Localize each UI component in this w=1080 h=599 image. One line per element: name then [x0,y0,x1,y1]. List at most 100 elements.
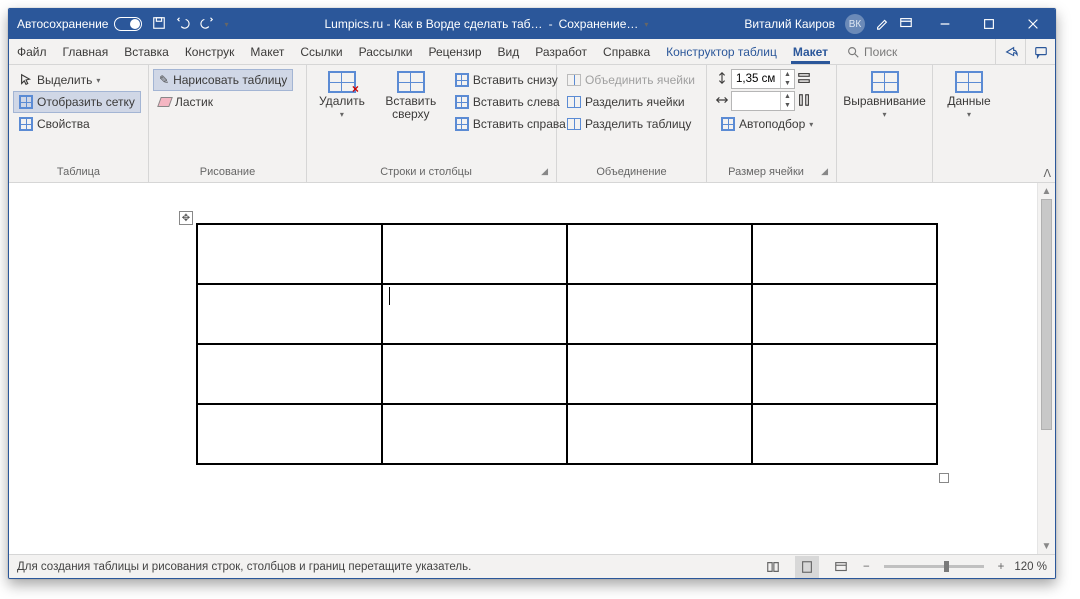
select-button[interactable]: Выделить▾ [13,69,141,91]
draw-icon[interactable] [875,16,889,33]
insert-left-button[interactable]: Вставить слева [449,91,572,113]
scroll-up-icon[interactable]: ▲ [1042,183,1052,199]
table-cell[interactable] [382,344,567,404]
ribbon-mode-icon[interactable] [899,16,913,33]
zoom-slider[interactable] [884,565,984,568]
table-cell[interactable] [197,344,382,404]
table-cell[interactable] [197,284,382,344]
eraser-button[interactable]: Ластик [153,91,293,113]
web-layout-icon[interactable] [829,556,853,578]
table-cell[interactable] [197,404,382,464]
table-cell[interactable] [752,344,937,404]
table-cell[interactable] [567,404,752,464]
autofit-icon [721,117,735,131]
zoom-value[interactable]: 120 % [1014,561,1047,573]
autofit-button[interactable]: Автоподбор▾ [715,113,819,135]
print-layout-icon[interactable] [795,556,819,578]
group-data: Данные ▾ [933,65,1005,182]
search-icon [846,45,860,59]
table-cell[interactable] [752,284,937,344]
properties-button[interactable]: Свойства [13,113,141,135]
split-table-button[interactable]: Разделить таблицу [561,113,701,135]
table-resize-handle[interactable] [939,473,949,483]
autosave-toggle[interactable] [114,17,142,31]
view-gridlines-button[interactable]: Отобразить сетку [13,91,141,113]
undo-icon[interactable] [176,16,190,33]
distribute-rows-icon[interactable] [797,71,811,88]
table-cell[interactable] [382,224,567,284]
table-row[interactable] [197,224,937,284]
share-button[interactable] [995,39,1025,64]
row-height-input[interactable]: ▲▼ [731,69,795,89]
table-cell[interactable] [567,284,752,344]
table-cell[interactable] [567,344,752,404]
document-table[interactable] [196,223,938,465]
col-width-input[interactable]: ▲▼ [731,91,795,111]
ribbon-tabs: Файл Главная Вставка Конструк Макет Ссыл… [9,39,1055,65]
save-icon[interactable] [152,16,166,33]
distribute-cols-icon[interactable] [797,93,811,110]
pencil-icon [159,73,169,87]
minimize-button[interactable] [923,9,967,39]
tab-table-layout[interactable]: Макет [785,39,836,64]
maximize-button[interactable] [967,9,1011,39]
insert-right-button[interactable]: Вставить справа [449,113,572,135]
tab-design[interactable]: Конструк [177,39,243,64]
table-cell[interactable] [382,404,567,464]
eraser-icon [157,97,173,107]
tab-help[interactable]: Справка [595,39,658,64]
tab-developer[interactable]: Разработ [527,39,595,64]
scroll-down-icon[interactable]: ▼ [1042,538,1052,554]
tab-references[interactable]: Ссылки [292,39,350,64]
redo-icon[interactable] [200,16,214,33]
user-name[interactable]: Виталий Каиров [744,17,835,31]
split-cells-button[interactable]: Разделить ячейки [561,91,701,113]
tab-home[interactable]: Главная [55,39,117,64]
insert-below-button[interactable]: Вставить снизу [449,69,572,91]
data-button[interactable]: Данные ▾ [939,67,998,119]
row-height-icon [715,71,729,88]
group-alignment: Выравнивание ▾ [837,65,933,182]
zoom-in-icon[interactable]: + [998,561,1005,573]
draw-table-button[interactable]: Нарисовать таблицу [153,69,293,91]
tab-file[interactable]: Файл [9,39,55,64]
title-dropdown[interactable]: ▾ [644,20,648,29]
tab-table-design[interactable]: Конструктор таблиц [658,39,785,64]
group-rows-cols: × Удалить ▾ Вставить сверху Вставить сни… [307,65,557,182]
search-box[interactable]: Поиск [836,39,907,64]
zoom-out-icon[interactable]: − [863,561,870,573]
table-row[interactable] [197,344,937,404]
delete-button[interactable]: × Удалить ▾ [311,67,373,119]
insert-above-button[interactable]: Вставить сверху [375,67,447,121]
alignment-button[interactable]: Выравнивание ▾ [835,67,934,119]
table-cell[interactable] [382,284,567,344]
col-width-icon [715,93,729,110]
page[interactable]: ✥ [9,183,1037,554]
comments-button[interactable] [1025,39,1055,64]
close-button[interactable] [1011,9,1055,39]
merge-cells-button: Объединить ячейки [561,69,701,91]
table-row[interactable] [197,404,937,464]
collapse-ribbon-icon[interactable]: ᐱ [1043,167,1051,180]
tab-review[interactable]: Рецензир [420,39,489,64]
table-row[interactable] [197,284,937,344]
scroll-thumb[interactable] [1041,199,1052,430]
table-move-handle[interactable]: ✥ [179,211,193,225]
table-cell[interactable] [567,224,752,284]
tab-layout[interactable]: Макет [242,39,292,64]
tab-insert[interactable]: Вставка [116,39,177,64]
table-cell[interactable] [752,404,937,464]
scroll-track[interactable] [1038,199,1055,538]
table-cell[interactable] [197,224,382,284]
table-cell[interactable] [752,224,937,284]
app-window: Автосохранение ▾ Lumpics.ru - Как в Ворд… [8,8,1056,579]
insert-above-icon [397,71,425,93]
read-mode-icon[interactable] [761,556,785,578]
properties-icon [19,117,33,131]
vertical-scrollbar[interactable]: ▲ ▼ [1037,183,1055,554]
tab-view[interactable]: Вид [490,39,528,64]
avatar[interactable]: ВК [845,14,865,34]
tab-mailings[interactable]: Рассылки [351,39,421,64]
status-hint: Для создания таблицы и рисования строк, … [17,561,471,573]
workspace: ✥ ▲ ▼ [9,183,1055,554]
